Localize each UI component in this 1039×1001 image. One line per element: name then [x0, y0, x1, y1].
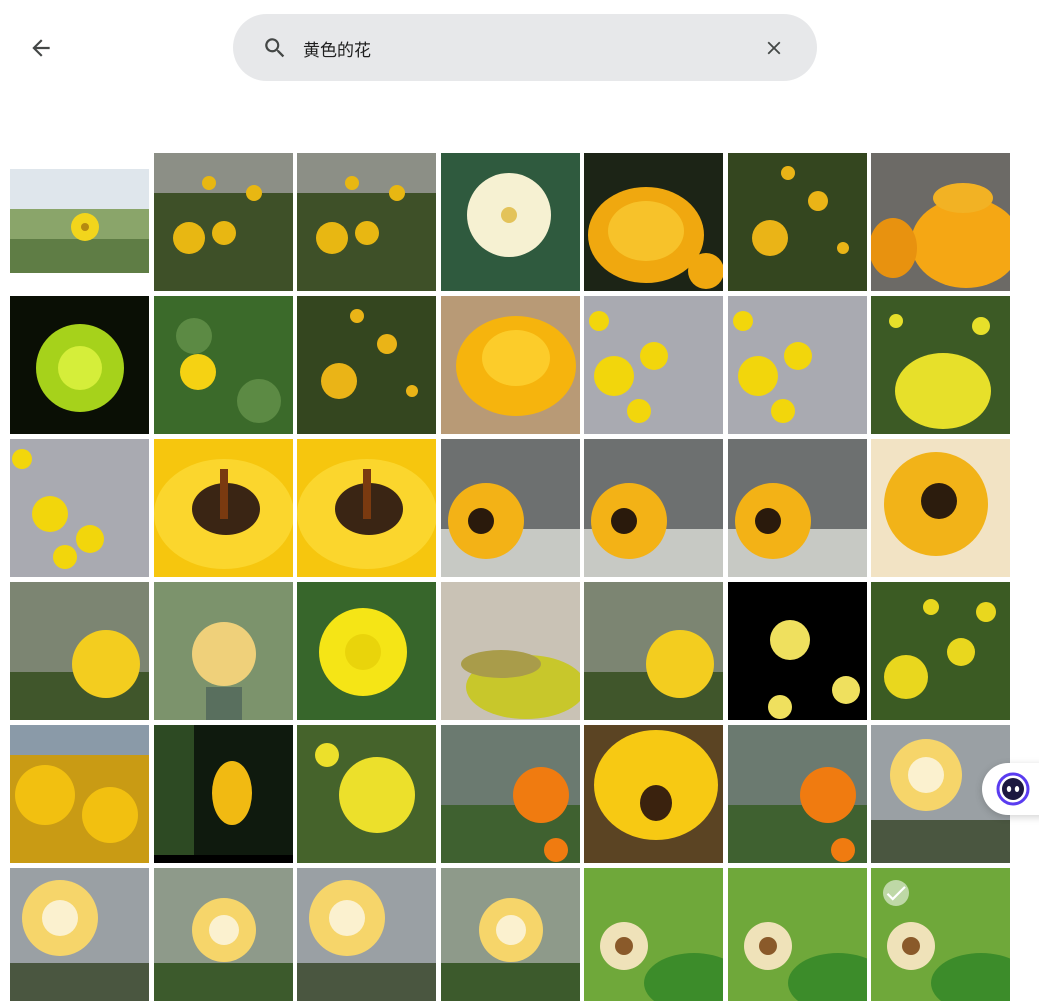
tile-1-4[interactable]	[440, 153, 580, 291]
photo-yellow-rose	[10, 582, 149, 720]
tile-3-4[interactable]	[440, 439, 580, 577]
photo-yellow-orchid-3	[10, 439, 149, 577]
photo-safflower	[153, 582, 293, 720]
tile-5-4[interactable]	[440, 725, 580, 863]
tile-2-3[interactable]	[297, 296, 436, 434]
photo-sunflower-window-3	[727, 439, 867, 577]
photo-rapeseed-flower	[871, 296, 1010, 434]
photo-edgeworthia-3	[153, 868, 293, 1001]
photo-yellow-shrub	[153, 153, 293, 291]
photo-yellow-daisy-field	[10, 169, 149, 273]
photo-yellow-orchid	[584, 296, 723, 434]
tile-1-3[interactable]	[297, 153, 436, 291]
tile-3-7[interactable]	[871, 439, 1010, 577]
photo-rapeseed-cluster	[297, 725, 436, 863]
photo-cream-flower-leaves-2	[727, 868, 867, 1001]
tile-1-5[interactable]	[584, 153, 723, 291]
tile-5-6[interactable]	[727, 725, 867, 863]
tile-5-3[interactable]	[297, 725, 436, 863]
tile-1-1[interactable]	[10, 153, 149, 291]
tile-2-1[interactable]	[10, 296, 149, 434]
photo-tulip-open	[584, 725, 723, 863]
photo-edgeworthia-5	[440, 868, 580, 1001]
search-icon	[265, 38, 285, 58]
photo-yellow-chrysanthemum	[584, 153, 723, 291]
photo-yellow-shrub-2	[297, 153, 436, 291]
tile-4-3[interactable]	[297, 582, 436, 720]
photo-tulip-closeup-2	[297, 439, 436, 577]
tile-4-6[interactable]	[727, 582, 867, 720]
photo-orange-lily-2	[727, 725, 867, 863]
photo-sunflower-cream	[871, 439, 1010, 577]
tile-4-2[interactable]	[153, 582, 293, 720]
back-button[interactable]	[22, 30, 60, 66]
tile-6-3[interactable]	[297, 868, 436, 1001]
photo-orange-chrysanthemum	[871, 153, 1010, 291]
arrow-left-icon	[32, 39, 50, 57]
tile-3-5[interactable]	[584, 439, 723, 577]
tile-4-7[interactable]	[871, 582, 1010, 720]
tile-2-7[interactable]	[871, 296, 1010, 434]
tile-3-6[interactable]	[727, 439, 867, 577]
photo-orange-lily	[440, 725, 580, 863]
photo-edgeworthia-4	[297, 868, 436, 1001]
photo-yellow-shrub-3	[727, 153, 867, 291]
assistant-face-icon	[996, 772, 1030, 806]
tile-6-7[interactable]	[871, 868, 1010, 1001]
tile-1-2[interactable]	[153, 153, 293, 291]
photo-white-flower	[440, 153, 580, 291]
close-icon	[767, 41, 781, 55]
photo-yellow-flower-black	[727, 582, 867, 720]
photo-edgeworthia-2	[10, 868, 149, 1001]
select-check-icon[interactable]	[883, 880, 909, 906]
tile-6-6[interactable]	[727, 868, 867, 1001]
photo-yellow-buttercup	[153, 296, 293, 434]
photo-results-grid	[10, 153, 1010, 1001]
tile-5-1[interactable]	[10, 725, 149, 863]
tile-3-2[interactable]	[153, 439, 293, 577]
assistant-button[interactable]	[982, 763, 1039, 815]
tile-6-1[interactable]	[10, 868, 149, 1001]
photo-yellow-rose-2	[584, 582, 723, 720]
photo-yellow-branches	[10, 725, 149, 863]
tile-3-3[interactable]	[297, 439, 436, 577]
tile-6-2[interactable]	[153, 868, 293, 1001]
tile-1-7[interactable]	[871, 153, 1010, 291]
tile-6-4[interactable]	[440, 868, 580, 1001]
clear-search-button[interactable]	[759, 33, 789, 63]
tile-5-2[interactable]	[153, 725, 293, 863]
tile-2-4[interactable]	[440, 296, 580, 434]
tile-3-1[interactable]	[10, 439, 149, 577]
photo-yellow-tulip	[153, 725, 293, 863]
photo-sunflower-window-2	[584, 439, 723, 577]
tile-2-5[interactable]	[584, 296, 723, 434]
photo-sunflower-window	[440, 439, 580, 577]
photo-fringed-tulip	[440, 296, 580, 434]
tile-4-1[interactable]	[10, 582, 149, 720]
tile-5-5[interactable]	[584, 725, 723, 863]
photo-cream-flower-leaves	[584, 868, 723, 1001]
photo-yellow-shrub-4	[297, 296, 436, 434]
tile-6-5[interactable]	[584, 868, 723, 1001]
photo-rapeseed-field	[871, 582, 1010, 720]
search-bar[interactable]	[233, 14, 817, 81]
tile-4-5[interactable]	[584, 582, 723, 720]
search-input[interactable]	[303, 28, 743, 68]
photo-bud	[440, 582, 580, 720]
tile-4-4[interactable]	[440, 582, 580, 720]
photo-yellow-orchid-2	[727, 296, 867, 434]
photo-tulip-closeup	[153, 439, 293, 577]
tile-2-2[interactable]	[153, 296, 293, 434]
tile-2-6[interactable]	[727, 296, 867, 434]
photo-dandelion	[297, 582, 436, 720]
photo-green-flower-dark	[10, 296, 149, 434]
tile-1-6[interactable]	[727, 153, 867, 291]
